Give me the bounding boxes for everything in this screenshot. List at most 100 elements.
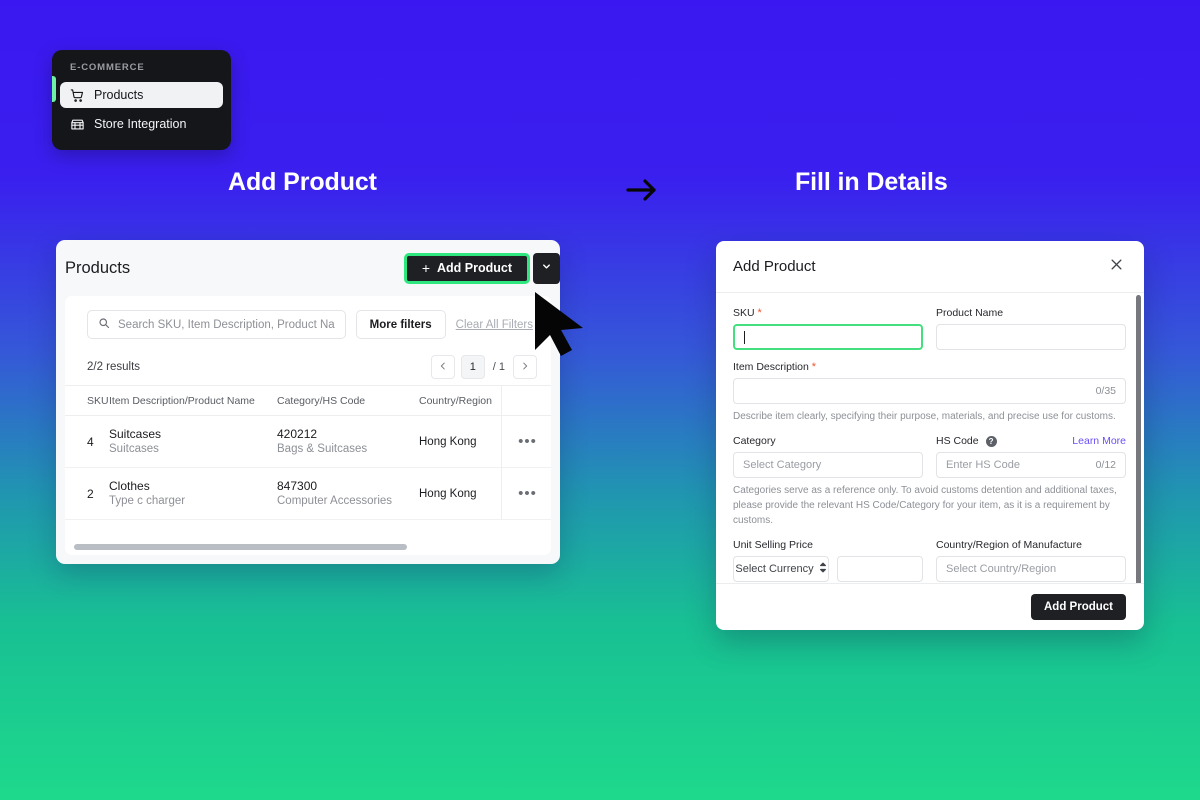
sidebar-active-accent (52, 76, 56, 102)
arrow-right-icon (624, 175, 660, 205)
required-marker: * (811, 361, 817, 373)
country-select[interactable]: Select Country/Region (936, 556, 1126, 582)
sku-input[interactable] (733, 324, 923, 350)
row-actions-button[interactable]: ••• (501, 468, 551, 519)
column-header-actions (501, 385, 551, 416)
category-field-group: Category Select Category (733, 435, 923, 478)
more-filters-button[interactable]: More filters (355, 310, 446, 339)
cell-category-name: Computer Accessories (277, 494, 393, 507)
cell-description: Suitcases Suitcases (109, 426, 277, 458)
column-header-country: Country/Region (419, 394, 492, 407)
table-row[interactable]: 4 Suitcases Suitcases 420212 Bags & Suit… (65, 416, 551, 468)
sku-product-name-row: SKU * Product Name (733, 307, 1126, 350)
table-horizontal-scrollbar[interactable] (74, 544, 551, 550)
pagination-prev-button[interactable] (430, 355, 455, 379)
hs-code-label: HS Code ? (936, 435, 997, 447)
sku-label-text: SKU (733, 307, 755, 319)
item-description-label: Item Description * (733, 361, 1126, 373)
chevron-down-icon (541, 259, 552, 277)
table-header-row: SKU Item Description/Product Name Catego… (65, 385, 551, 416)
text-caret (744, 330, 745, 344)
item-description-group: Item Description * 0/35 Describe item cl… (733, 361, 1126, 424)
cell-category-name: Bags & Suitcases (277, 442, 368, 455)
products-table: SKU Item Description/Product Name Catego… (65, 385, 551, 520)
mouse-pointer-icon (531, 290, 595, 360)
hs-code-counter: 0/12 (1095, 459, 1116, 471)
product-name-input[interactable] (936, 324, 1126, 350)
currency-select[interactable]: Select Currency (733, 556, 829, 582)
currency-placeholder: Select Currency (735, 563, 814, 575)
products-panel: Products + Add Product Search SKU, Item … (56, 240, 560, 564)
product-name-field-group: Product Name (936, 307, 1126, 350)
price-row: Select Currency (733, 556, 923, 582)
help-circle-icon[interactable]: ? (985, 435, 997, 447)
results-row: 2/2 results 1 / 1 (65, 349, 551, 385)
category-select[interactable]: Select Category (733, 452, 923, 478)
country-placeholder: Select Country/Region (946, 563, 1057, 575)
unit-selling-price-label: Unit Selling Price (733, 539, 813, 551)
column-header-description: Item Description/Product Name (109, 394, 255, 407)
scrollbar-thumb[interactable] (74, 544, 407, 550)
column-header-category: Category/HS Code (277, 394, 366, 407)
cell-country: Hong Kong (419, 435, 477, 448)
learn-more-link[interactable]: Learn More (1072, 435, 1126, 447)
unit-selling-price-group: Unit Selling Price Select Currency (733, 539, 923, 582)
close-button[interactable] (1105, 256, 1127, 278)
hs-code-label-text: HS Code (936, 435, 979, 447)
cell-hs-code: 847300 (277, 478, 318, 493)
hs-code-label-row: HS Code ? Learn More (936, 435, 1126, 447)
results-count: 2/2 results (87, 361, 141, 373)
sidebar-item-label: Store Integration (94, 117, 187, 131)
row-actions-button[interactable]: ••• (501, 416, 551, 467)
cell-hs-code: 420212 (277, 426, 318, 441)
cell-category: 847300 Computer Accessories (277, 478, 419, 510)
cell-sku: 4 (87, 434, 94, 449)
add-product-button-label: Add Product (437, 261, 512, 275)
item-description-label-text: Item Description (733, 361, 809, 373)
search-input[interactable]: Search SKU, Item Description, Product Na (87, 310, 346, 339)
close-icon (1109, 257, 1124, 277)
search-input-placeholder: Search SKU, Item Description, Product Na (118, 318, 335, 331)
pagination: 1 / 1 (430, 355, 537, 379)
clear-all-filters-link[interactable]: Clear All Filters (456, 319, 533, 331)
chevron-left-icon (438, 358, 448, 376)
sidebar-item-products[interactable]: Products (60, 82, 223, 108)
sidebar-item-store-integration[interactable]: Store Integration (60, 111, 223, 137)
plus-icon: + (421, 260, 430, 276)
add-product-button[interactable]: + Add Product (403, 252, 530, 284)
add-product-dialog: Add Product SKU * Product Name Item Desc… (716, 241, 1144, 630)
item-description-hint: Describe item clearly, specifying their … (733, 411, 1116, 422)
price-country-row: Unit Selling Price Select Currency Count… (733, 539, 1126, 582)
page-title: Products (65, 258, 131, 277)
dialog-header: Add Product (716, 241, 1144, 293)
add-product-dropdown-button[interactable] (533, 252, 560, 284)
cell-category: 420212 Bags & Suitcases (277, 426, 419, 458)
cell-sku: 2 (87, 486, 94, 501)
dialog-vertical-scrollbar[interactable] (1136, 295, 1141, 583)
hs-code-placeholder: Enter HS Code (946, 459, 1020, 471)
sidebar-section-label: E-COMMERCE (70, 62, 145, 73)
table-row[interactable]: 2 Clothes Type c charger 847300 Computer… (65, 468, 551, 520)
updown-arrows-icon (819, 562, 827, 576)
cell-product-name: Type c charger (109, 494, 186, 507)
country-of-manufacture-group: Country/Region of Manufacture Select Cou… (936, 539, 1126, 582)
submit-add-product-button[interactable]: Add Product (1031, 594, 1126, 620)
category-label-row: Category (733, 435, 923, 447)
hs-code-input[interactable]: Enter HS Code 0/12 (936, 452, 1126, 478)
dialog-title: Add Product (733, 258, 816, 275)
cell-description-main: Suitcases (109, 426, 162, 441)
column-header-sku: SKU (87, 394, 109, 407)
cell-description-main: Clothes (109, 478, 150, 493)
price-input[interactable] (837, 556, 923, 582)
product-name-label: Product Name (936, 307, 1004, 319)
search-icon (98, 316, 110, 334)
item-description-input[interactable]: 0/35 (733, 378, 1126, 404)
category-hscode-row: Category Select Category HS Code ? Learn… (733, 435, 1126, 478)
item-description-counter: 0/35 (1095, 385, 1116, 397)
storefront-icon (69, 116, 85, 132)
pagination-current-page[interactable]: 1 (460, 355, 485, 379)
dialog-footer: Add Product (716, 583, 1144, 630)
products-panel-header: Products + Add Product (56, 240, 560, 296)
category-label: Category (733, 435, 776, 447)
category-placeholder: Select Category (743, 459, 822, 471)
